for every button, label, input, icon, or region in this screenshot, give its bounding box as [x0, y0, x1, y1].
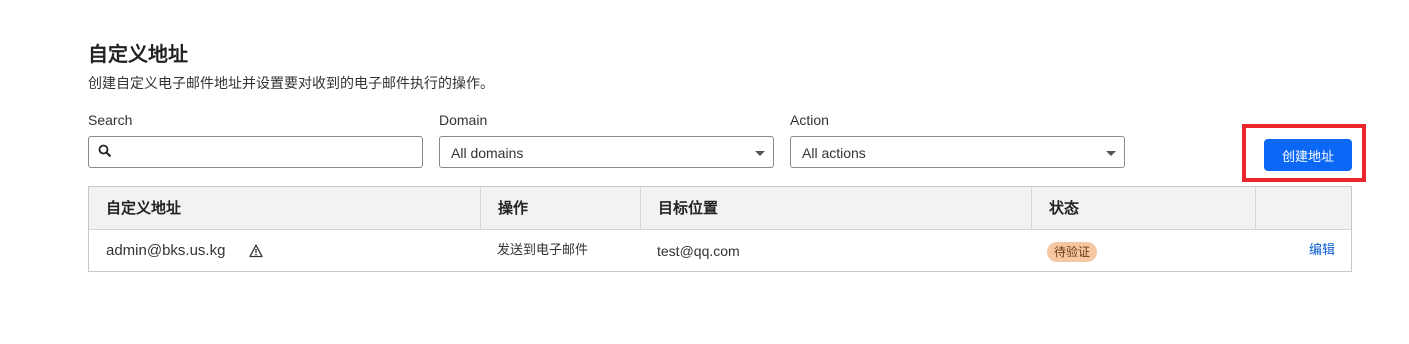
chevron-down-icon — [1106, 151, 1116, 156]
search-input[interactable] — [117, 141, 421, 165]
domain-select[interactable]: All domains — [439, 136, 774, 168]
search-field[interactable] — [88, 136, 423, 168]
warning-icon — [249, 244, 263, 258]
table-header: 自定义地址 操作 目标位置 状态 — [89, 187, 1351, 230]
search-label: Search — [88, 112, 133, 128]
destination-cell: test@qq.com — [657, 243, 740, 259]
create-address-button[interactable]: 创建地址 — [1264, 139, 1352, 171]
action-select[interactable]: All actions — [790, 136, 1125, 168]
column-header-destination: 目标位置 — [641, 187, 1032, 229]
edit-link[interactable]: 编辑 — [1309, 230, 1335, 272]
domain-label: Domain — [439, 112, 488, 128]
addresses-table: 自定义地址 操作 目标位置 状态 admin@bks.us.kg 发送到电子邮件… — [88, 186, 1352, 272]
address-cell: admin@bks.us.kg — [106, 242, 226, 259]
status-badge: 待验证 — [1047, 242, 1098, 262]
page-subtitle: 创建自定义电子邮件地址并设置要对收到的电子邮件执行的操作。 — [88, 76, 494, 92]
action-cell: 发送到电子邮件 — [497, 243, 589, 258]
action-select-value: All actions — [802, 145, 866, 161]
column-header-actions-empty — [1256, 187, 1351, 229]
column-header-status: 状态 — [1032, 187, 1256, 229]
action-label: Action — [790, 112, 829, 128]
page-title: 自定义地址 — [88, 42, 188, 66]
table-row: admin@bks.us.kg 发送到电子邮件 test@qq.com 待验证 … — [89, 230, 1351, 272]
column-header-action: 操作 — [481, 187, 641, 229]
chevron-down-icon — [755, 151, 765, 156]
column-header-address: 自定义地址 — [89, 187, 481, 229]
domain-select-value: All domains — [451, 145, 524, 161]
search-icon — [98, 144, 112, 158]
